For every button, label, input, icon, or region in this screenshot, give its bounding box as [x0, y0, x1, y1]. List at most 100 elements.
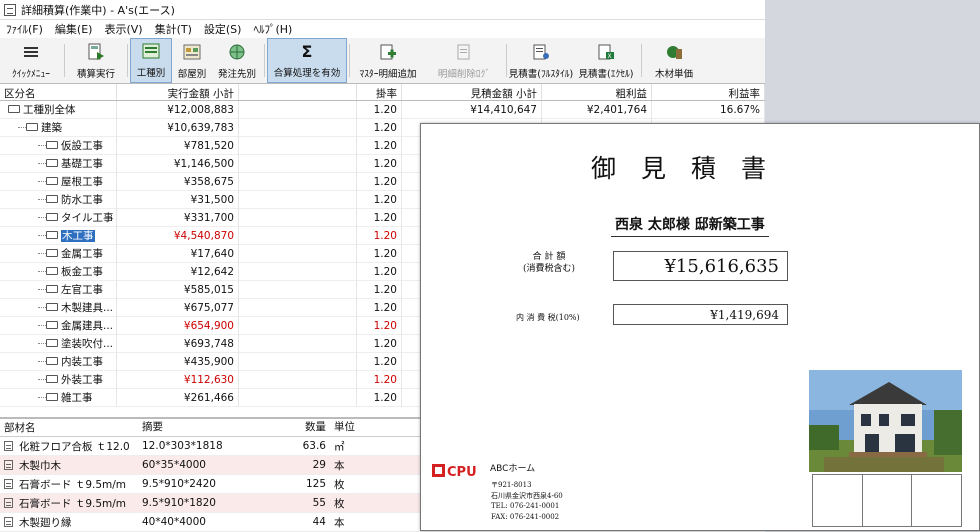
row-name-cell[interactable]: 建築	[0, 118, 117, 137]
parts-unit-cell[interactable]: 本	[330, 458, 370, 473]
row-rate-cell[interactable]: 1.20	[357, 136, 402, 155]
parts-col-name[interactable]: 部材名	[0, 419, 138, 436]
row-rate-cell[interactable]: 1.20	[357, 118, 402, 137]
wood-price-button[interactable]: 木材単価	[644, 38, 704, 83]
parts-spec-cell[interactable]: 12.0*303*1818	[138, 440, 294, 452]
parts-col-spec[interactable]: 摘要	[138, 419, 294, 436]
estimate-run-button[interactable]: 積算実行	[67, 38, 125, 83]
row-amount-cell[interactable]: ¥10,639,783	[117, 118, 239, 137]
row-rate-cell[interactable]: 1.20	[357, 352, 402, 371]
row-name-cell[interactable]: 仮設工事	[0, 136, 117, 155]
parts-spec-cell[interactable]: 9.5*910*2420	[138, 478, 294, 490]
row-name-cell[interactable]: 雑工事	[0, 388, 117, 407]
row-amount-cell[interactable]: ¥12,642	[117, 262, 239, 281]
row-amount-cell[interactable]: ¥331,700	[117, 208, 239, 227]
row-name-cell[interactable]: 金属工事	[0, 244, 117, 263]
row-rate-cell[interactable]: 1.20	[357, 334, 402, 353]
menu-view[interactable]: 表示(V)	[98, 21, 148, 37]
row-name-cell[interactable]: 基礎工事	[0, 154, 117, 173]
parts-spec-cell[interactable]: 40*40*4000	[138, 516, 294, 528]
row-name-cell[interactable]: 工種別全体	[0, 100, 117, 119]
row-amount-cell[interactable]: ¥4,540,870	[117, 226, 239, 245]
menu-file[interactable]: ﾌｧｲﾙ(F)	[0, 21, 49, 37]
parts-unit-cell[interactable]: 枚	[330, 496, 370, 511]
row-amount-cell[interactable]: ¥435,900	[117, 352, 239, 371]
row-profit-cell[interactable]: ¥2,401,764	[542, 100, 652, 119]
parts-name-cell[interactable]: 石膏ボード ｔ9.5m/m	[0, 496, 138, 511]
row-name-cell[interactable]: 金属建具...	[0, 316, 117, 335]
row-rate-cell[interactable]: 1.20	[357, 388, 402, 407]
parts-spec-cell[interactable]: 9.5*910*1820	[138, 497, 294, 509]
parts-unit-cell[interactable]: 本	[330, 515, 370, 530]
row-name-cell[interactable]: 板金工事	[0, 262, 117, 281]
row-amount-cell[interactable]: ¥675,077	[117, 298, 239, 317]
parts-unit-cell[interactable]: 枚	[330, 477, 370, 492]
row-rate-cell[interactable]: 1.20	[357, 316, 402, 335]
row-amount-cell[interactable]: ¥585,015	[117, 280, 239, 299]
col-profit-header[interactable]: 粗利益	[542, 84, 652, 100]
by-order-button[interactable]: 発注先別	[212, 38, 262, 83]
row-name-cell[interactable]: 木工事	[0, 226, 117, 245]
row-name-cell[interactable]: 屋根工事	[0, 172, 117, 191]
row-rate-cell[interactable]: 1.20	[357, 370, 402, 389]
row-rate-cell[interactable]: 1.20	[357, 100, 402, 119]
menu-settings[interactable]: 設定(S)	[198, 21, 248, 37]
row-amount-cell[interactable]: ¥654,900	[117, 316, 239, 335]
quote-excel-button[interactable]: X 見積書(ｴｸｾﾙ)	[573, 38, 639, 83]
row-rate-cell[interactable]: 1.20	[357, 226, 402, 245]
menu-total[interactable]: 集計(T)	[149, 21, 198, 37]
row-name-cell[interactable]: 木製建具...	[0, 298, 117, 317]
parts-col-qty[interactable]: 数量	[294, 419, 330, 436]
row-rate-cell[interactable]: 1.20	[357, 244, 402, 263]
parts-unit-cell[interactable]: ㎡	[330, 439, 370, 454]
grid-row[interactable]: 工種別全体 ¥12,008,883 1.20 ¥14,410,647 ¥2,40…	[0, 100, 765, 119]
row-amount-cell[interactable]: ¥693,748	[117, 334, 239, 353]
by-trade-button[interactable]: 工種別	[130, 38, 172, 83]
col-name-header[interactable]: 区分名	[0, 84, 117, 100]
menu-help[interactable]: ﾍﾙﾌﾟ(H)	[247, 21, 298, 37]
parts-qty-cell[interactable]: 29	[294, 459, 330, 471]
col-rate-header[interactable]: 掛率	[357, 84, 402, 100]
parts-qty-cell[interactable]: 55	[294, 497, 330, 509]
row-name-cell[interactable]: 塗装吹付...	[0, 334, 117, 353]
parts-name-cell[interactable]: 石膏ボード ｔ9.5m/m	[0, 477, 138, 492]
col-pct-header[interactable]: 利益率	[652, 84, 765, 100]
parts-qty-cell[interactable]: 63.6	[294, 440, 330, 452]
row-name-cell[interactable]: 防水工事	[0, 190, 117, 209]
row-rate-cell[interactable]: 1.20	[357, 172, 402, 191]
master-add-button[interactable]: ﾏｽﾀｰ明細追加	[352, 38, 424, 83]
parts-qty-cell[interactable]: 44	[294, 516, 330, 528]
row-amount-cell[interactable]: ¥12,008,883	[117, 100, 239, 119]
row-name-cell[interactable]: 左官工事	[0, 280, 117, 299]
row-name-cell[interactable]: タイル工事	[0, 208, 117, 227]
row-amount-cell[interactable]: ¥1,146,500	[117, 154, 239, 173]
row-amount-cell[interactable]: ¥31,500	[117, 190, 239, 209]
menu-edit[interactable]: 編集(E)	[49, 21, 99, 37]
row-amount-cell[interactable]: ¥358,675	[117, 172, 239, 191]
row-estimate-cell[interactable]: ¥14,410,647	[402, 100, 542, 119]
quickmenu-button[interactable]: ｸｲｯｸﾒﾆｭｰ	[0, 38, 62, 83]
row-rate-cell[interactable]: 1.20	[357, 154, 402, 173]
row-amount-cell[interactable]: ¥17,640	[117, 244, 239, 263]
parts-name-cell[interactable]: 木製廻り縁	[0, 515, 138, 530]
parts-name-cell[interactable]: 化粧フロア合板 ｔ12.0	[0, 439, 138, 454]
quote-fullstyle-button[interactable]: 見積書(ﾌﾙｽﾀｲﾙ)	[509, 38, 573, 83]
detail-delete-log-button[interactable]: 明細削除ﾛｸﾞ	[424, 38, 504, 83]
parts-name-cell[interactable]: 木製巾木	[0, 458, 138, 473]
col-estimate-header[interactable]: 見積金額 小計	[402, 84, 542, 100]
row-name-cell[interactable]: 内装工事	[0, 352, 117, 371]
row-rate-cell[interactable]: 1.20	[357, 280, 402, 299]
by-room-button[interactable]: 部屋別	[172, 38, 212, 83]
parts-spec-cell[interactable]: 60*35*4000	[138, 459, 294, 471]
parts-qty-cell[interactable]: 125	[294, 478, 330, 490]
row-pct-cell[interactable]: 16.67%	[652, 100, 765, 119]
col-amount-header[interactable]: 実行金額 小計	[117, 84, 239, 100]
parts-col-unit[interactable]: 単位	[330, 419, 370, 436]
row-rate-cell[interactable]: 1.20	[357, 262, 402, 281]
row-amount-cell[interactable]: ¥781,520	[117, 136, 239, 155]
row-amount-cell[interactable]: ¥261,466	[117, 388, 239, 407]
row-rate-cell[interactable]: 1.20	[357, 190, 402, 209]
sum-enable-button[interactable]: Σ 合算処理を有効	[267, 38, 347, 83]
row-rate-cell[interactable]: 1.20	[357, 208, 402, 227]
row-amount-cell[interactable]: ¥112,630	[117, 370, 239, 389]
